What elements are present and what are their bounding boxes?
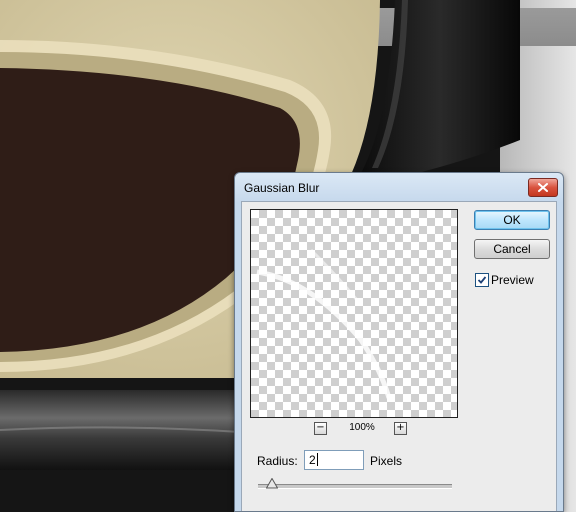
zoom-out-button[interactable]: − (314, 422, 327, 435)
radius-input[interactable]: 2 (304, 450, 364, 470)
slider-triangle-icon[interactable] (266, 478, 278, 489)
units-label: Pixels (370, 454, 403, 468)
dialog-body: − 100% + Radius: 2 Pixels OK Cancel Prev… (241, 201, 557, 511)
dialog-title: Gaussian Blur (244, 181, 320, 195)
text-caret (316, 453, 318, 466)
zoom-controls: − 100% + (250, 422, 458, 436)
close-x-icon (538, 183, 548, 192)
preview-label: Preview (491, 273, 534, 287)
checkmark-icon (477, 276, 487, 284)
preview-checkbox[interactable] (475, 273, 489, 287)
close-button[interactable] (528, 178, 558, 197)
ok-button[interactable]: OK (474, 210, 550, 230)
zoom-level: 100% (349, 422, 375, 433)
radius-value: 2 (309, 453, 316, 467)
radius-label: Radius: (257, 454, 298, 468)
gaussian-blur-dialog: Gaussian Blur − 100% + Radius: 2 Pixels … (234, 172, 564, 512)
radius-slider-track[interactable] (258, 484, 452, 489)
preview-area[interactable] (250, 209, 458, 418)
dialog-title-bar[interactable]: Gaussian Blur (235, 173, 563, 201)
cancel-button[interactable]: Cancel (474, 239, 550, 259)
zoom-in-button[interactable]: + (394, 422, 407, 435)
preview-blur-strokes (256, 248, 392, 399)
